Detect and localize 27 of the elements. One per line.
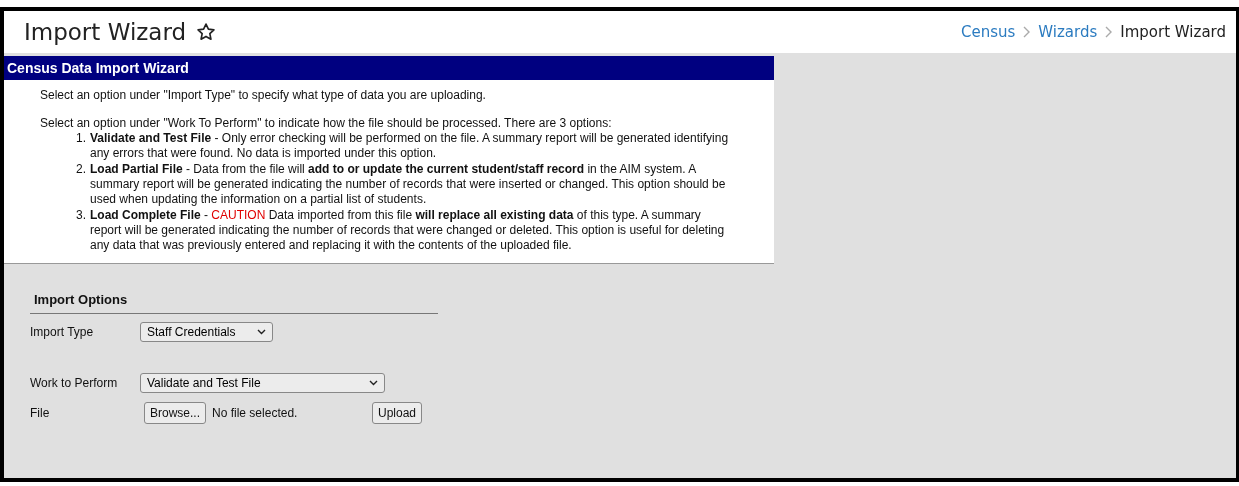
section-title: Import Options <box>30 292 438 314</box>
chevron-down-icon <box>257 329 266 335</box>
option-description: Validate and Test File - Only error checking will be performed on the file. A summary report will be generated identifying any errors that were found. No data is imported under this option. <box>90 131 730 161</box>
panel-title: Census Data Import Wizard <box>4 56 774 80</box>
browse-button[interactable]: Browse... <box>144 402 206 424</box>
star-icon[interactable] <box>196 22 217 42</box>
list-number: 3. <box>75 208 86 224</box>
option-description: Load Complete File - CAUTION Data imported from this file will replace all existing data of this type. A summary report will be generated indicating the number of records that were changed or deleted. This option is useful for deleting any data that was previously entered and replacing it with the contents of the uploaded file. <box>90 208 726 253</box>
field-label: File <box>30 406 51 420</box>
breadcrumb-current: Import Wizard <box>1120 23 1226 41</box>
work-select[interactable]: Validate and Test File <box>140 373 385 393</box>
instruction-text: Select an option under "Work To Perform" to indicate how the file should be processed. There are 3 options: <box>40 116 613 130</box>
list-number: 2. <box>75 162 86 178</box>
import-type-select[interactable]: Staff Credentials <box>140 322 273 342</box>
file-status: No file selected. <box>212 406 299 420</box>
field-label: Import Type <box>30 325 95 339</box>
breadcrumb-link[interactable]: Wizards <box>1038 23 1098 41</box>
breadcrumb-link[interactable]: Census <box>960 23 1016 41</box>
list-number: 1. <box>75 131 86 147</box>
instruction-text: Select an option under "Import Type" to specify what type of data you are uploading. <box>40 88 487 102</box>
page-title: Import Wizard <box>24 19 187 45</box>
chevron-right-icon <box>1105 26 1113 38</box>
upload-button[interactable]: Upload <box>372 402 423 424</box>
field-label: Work to Perform <box>30 376 119 390</box>
chevron-right-icon <box>1023 26 1031 38</box>
chevron-down-icon <box>369 380 378 386</box>
option-description: Load Partial File - Data from the file will add to or update the current student/staff record in the AIM system. A summary report will be generated indicating the number of records that were inserted or changed. This option should be used when updating the information on a partial list of students. <box>90 162 727 207</box>
